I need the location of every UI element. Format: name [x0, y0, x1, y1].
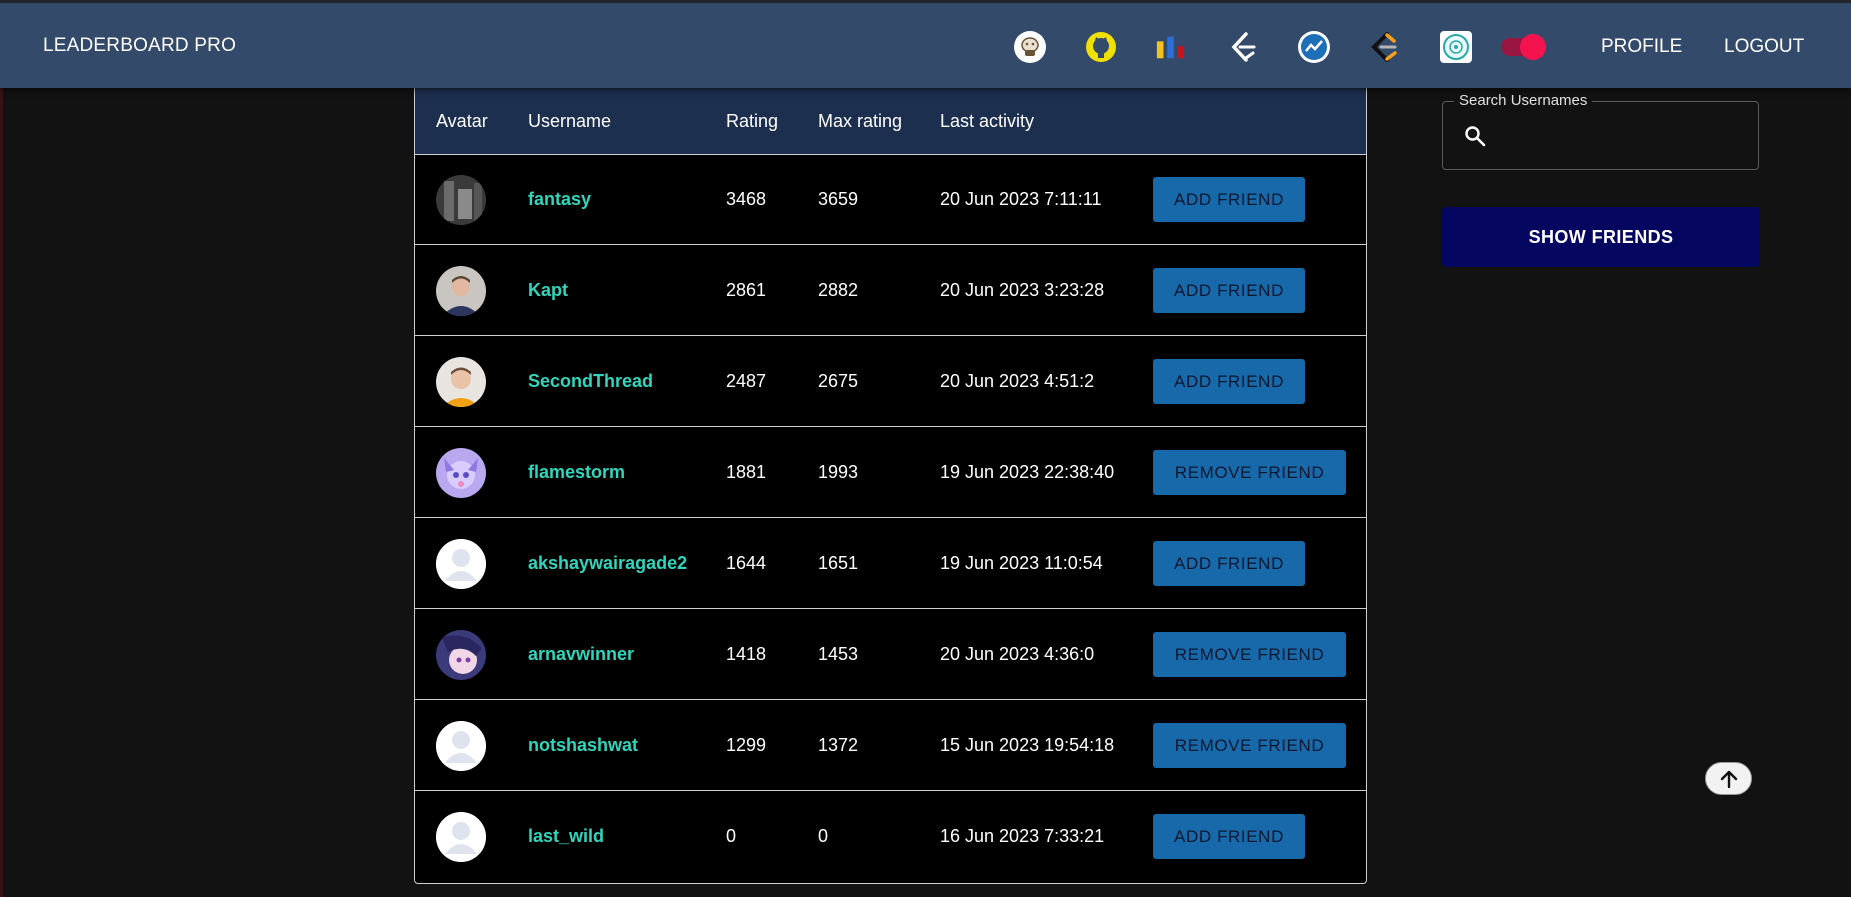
last-activity-value: 20 Jun 2023 3:23:28	[940, 280, 1105, 300]
avatar	[436, 630, 486, 680]
table-row: Kapt 2861 2882 20 Jun 2023 3:23:28 ADD F…	[415, 245, 1366, 336]
rating-value: 1418	[726, 644, 767, 664]
last-activity-value: 16 Jun 2023 7:33:21	[940, 826, 1105, 846]
avatar	[436, 266, 486, 316]
table-header: Avatar Username Rating Max rating Last a…	[415, 88, 1366, 155]
username-link[interactable]: flamestorm	[528, 462, 625, 483]
username-link[interactable]: notshashwat	[528, 735, 638, 756]
username-link[interactable]: last_wild	[528, 826, 604, 847]
max-rating-value: 0	[818, 826, 829, 846]
codeforces-icon[interactable]	[1298, 31, 1330, 63]
leaderboard-table: Avatar Username Rating Max rating Last a…	[414, 88, 1367, 884]
max-rating-value: 1372	[818, 735, 859, 755]
rating-value: 1299	[726, 735, 767, 755]
table-row: arnavwinner 1418 1453 20 Jun 2023 4:36:0…	[415, 609, 1366, 700]
table-row: flamestorm 1881 1993 19 Jun 2023 22:38:4…	[415, 427, 1366, 518]
scroll-to-top-button[interactable]	[1705, 762, 1752, 795]
remove-friend-button[interactable]: REMOVE FRIEND	[1153, 723, 1346, 768]
avatar	[436, 175, 486, 225]
default-avatar	[436, 812, 486, 862]
username-link[interactable]: Kapt	[528, 280, 568, 301]
username-link[interactable]: arnavwinner	[528, 644, 634, 665]
remove-friend-button[interactable]: REMOVE FRIEND	[1153, 450, 1346, 495]
col-header-username: Username	[528, 111, 612, 131]
add-friend-button[interactable]: ADD FRIEND	[1153, 268, 1305, 313]
max-rating-value: 1993	[818, 462, 859, 482]
add-friend-button[interactable]: ADD FRIEND	[1153, 541, 1305, 586]
leetcode-orange-icon[interactable]	[1368, 31, 1400, 63]
codechef-icon[interactable]	[1014, 31, 1046, 63]
top-navbar: LEADERBOARD PRO PROFILE LOGOUT	[0, 0, 1851, 88]
rating-value: 2861	[726, 280, 767, 300]
username-link[interactable]: akshaywairagade2	[528, 553, 687, 574]
col-header-last-activity: Last activity	[940, 111, 1035, 131]
logout-link[interactable]: LOGOUT	[1724, 36, 1804, 58]
rating-value: 0	[726, 826, 737, 846]
col-header-avatar: Avatar	[436, 111, 488, 131]
add-friend-button[interactable]: ADD FRIEND	[1153, 814, 1305, 859]
col-header-max-rating: Max rating	[818, 111, 903, 131]
col-header-rating: Rating	[726, 111, 779, 131]
brand-title[interactable]: LEADERBOARD PRO	[43, 35, 236, 57]
max-rating-value: 2882	[818, 280, 859, 300]
show-friends-button[interactable]: SHOW FRIENDS	[1442, 207, 1760, 267]
rating-value: 1644	[726, 553, 767, 573]
max-rating-value: 3659	[818, 189, 859, 209]
last-activity-value: 15 Jun 2023 19:54:18	[940, 735, 1115, 755]
leetcode-icon[interactable]	[1227, 31, 1259, 63]
atcoder-icon[interactable]	[1440, 31, 1472, 63]
username-link[interactable]: SecondThread	[528, 371, 653, 392]
theme-toggle-knob[interactable]	[1520, 34, 1546, 60]
rating-value: 3468	[726, 189, 767, 209]
table-row: fantasy 3468 3659 20 Jun 2023 7:11:11 AD…	[415, 154, 1366, 245]
left-edge-accent	[0, 0, 3, 897]
github-icon[interactable]	[1085, 31, 1117, 63]
search-icon	[1463, 124, 1487, 148]
last-activity-value: 20 Jun 2023 7:11:11	[940, 189, 1102, 209]
search-input[interactable]	[1500, 118, 1744, 156]
search-label: Search Usernames	[1454, 92, 1593, 109]
default-avatar	[436, 721, 486, 771]
stats-bars-icon[interactable]	[1155, 31, 1187, 63]
last-activity-value: 20 Jun 2023 4:51:2	[940, 371, 1095, 391]
max-rating-value: 1453	[818, 644, 859, 664]
add-friend-button[interactable]: ADD FRIEND	[1153, 177, 1305, 222]
avatar	[436, 357, 486, 407]
default-avatar	[436, 539, 486, 589]
username-link[interactable]: fantasy	[528, 189, 591, 210]
table-row: notshashwat 1299 1372 15 Jun 2023 19:54:…	[415, 700, 1366, 791]
max-rating-value: 2675	[818, 371, 859, 391]
remove-friend-button[interactable]: REMOVE FRIEND	[1153, 632, 1346, 677]
table-row: last_wild 0 0 16 Jun 2023 7:33:21 ADD FR…	[415, 791, 1366, 882]
last-activity-value: 19 Jun 2023 22:38:40	[940, 462, 1115, 482]
table-row: SecondThread 2487 2675 20 Jun 2023 4:51:…	[415, 336, 1366, 427]
table-row: akshaywairagade2 1644 1651 19 Jun 2023 1…	[415, 518, 1366, 609]
arrow-up-icon	[1720, 770, 1737, 788]
rating-value: 1881	[726, 462, 767, 482]
rating-value: 2487	[726, 371, 767, 391]
profile-link[interactable]: PROFILE	[1601, 36, 1682, 58]
last-activity-value: 20 Jun 2023 4:36:0	[940, 644, 1095, 664]
avatar	[436, 448, 486, 498]
last-activity-value: 19 Jun 2023 11:0:54	[940, 553, 1103, 573]
max-rating-value: 1651	[818, 553, 859, 573]
add-friend-button[interactable]: ADD FRIEND	[1153, 359, 1305, 404]
